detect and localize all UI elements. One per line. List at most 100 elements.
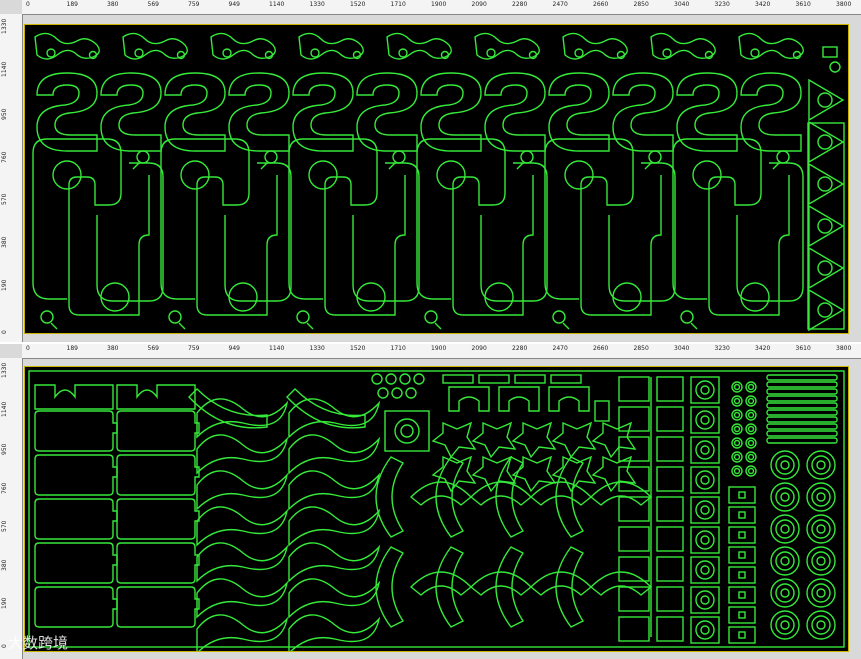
triangle-part (808, 246, 845, 290)
ring-part (745, 423, 757, 435)
ruler-tick-label: 380 (107, 1, 119, 8)
ruler-tick-label: 1520 (350, 1, 366, 8)
part-hole (46, 48, 56, 58)
ring-part (816, 492, 826, 502)
part-hole (398, 48, 408, 58)
ruler-tick-label: 189 (66, 345, 78, 352)
ruler-tick-label: 0 (1, 330, 8, 334)
tab-line (772, 162, 780, 170)
nesting-canvas-top[interactable] (24, 24, 849, 334)
ring-part (733, 453, 741, 461)
watermark-label: 大数跨境 (8, 634, 69, 652)
slot-plate-part (656, 496, 684, 522)
crescent-part (469, 481, 533, 506)
star-part (591, 455, 637, 493)
ring-part (747, 467, 755, 475)
ring-part (394, 418, 420, 444)
wave-part (288, 578, 381, 619)
ring-part (731, 395, 743, 407)
ring-part (731, 409, 743, 421)
wave-part (288, 542, 381, 583)
triangle-part (808, 162, 845, 206)
ruler-tick-label: 380 (1, 236, 8, 249)
small-part (728, 586, 756, 604)
part-hole (829, 61, 841, 73)
small-part (728, 566, 756, 584)
ruler-tick-label: 1330 (1, 18, 8, 34)
ruler-tick-label: 1140 (1, 401, 8, 417)
ring-part (775, 583, 795, 603)
ring-part (700, 385, 710, 395)
part-hole (817, 92, 833, 108)
horizontal-ruler[interactable]: 0 189 380 569 759 949 1140 1330 1520 1710 1900 2090… (22, 0, 861, 15)
ring-part (747, 397, 755, 405)
slot-part (478, 374, 510, 384)
slot-part (442, 374, 474, 384)
small-part (738, 531, 746, 539)
strip-part (807, 122, 845, 330)
ring-part (745, 465, 757, 477)
ring-part (775, 487, 795, 507)
part-hole (310, 48, 320, 58)
ruler-tick-label: 2470 (552, 345, 568, 352)
ring-part (731, 437, 743, 449)
ruler-tick-label: 2470 (552, 1, 568, 8)
ring-part (780, 524, 790, 534)
ruler-tick-label: 1330 (309, 1, 325, 8)
ruler-tick-label: 3230 (714, 1, 730, 8)
ring-part (747, 383, 755, 391)
loop-part (544, 138, 662, 316)
wave-part (196, 398, 289, 439)
bar-part (766, 395, 838, 402)
loop-part (608, 162, 676, 302)
slot-part (514, 374, 546, 384)
ring-part (371, 373, 383, 385)
ring-part (780, 460, 790, 470)
ruler-tick-label: 1900 (431, 345, 447, 352)
wave-part (196, 578, 289, 619)
ring-part (775, 455, 795, 475)
slot-plate-part (656, 526, 684, 552)
star-part (471, 421, 517, 459)
bar-part (766, 388, 838, 395)
ruler-tick-label: 1140 (269, 345, 285, 352)
ruler-tick-label: 950 (1, 443, 8, 456)
ruler-tick-label: 570 (1, 520, 8, 533)
horizontal-ruler[interactable]: 0 189 380 569 759 949 1140 1330 1520 1710 1900 2090… (22, 344, 861, 359)
vertical-ruler[interactable]: 1330 1140 950 760 570 380 190 0 (0, 14, 23, 342)
ring-part (745, 437, 757, 449)
part-hole (817, 176, 833, 192)
ring-part (780, 588, 790, 598)
clip-part (34, 384, 114, 410)
wave-part (196, 434, 289, 475)
star-part (551, 455, 597, 493)
tab-hole (680, 310, 694, 324)
ring-part (770, 546, 800, 576)
small-part (728, 546, 756, 564)
loop-part (32, 138, 150, 316)
small-part (738, 571, 746, 579)
ruler-tick-label: 950 (1, 108, 8, 120)
tab-line (178, 322, 186, 330)
loop-part (480, 162, 548, 302)
ring-part (811, 615, 831, 635)
ruler-tick-label: 1900 (431, 1, 447, 8)
plate-part (116, 454, 200, 496)
slot-plate-part (656, 376, 684, 402)
star-part (511, 421, 557, 459)
plate-part (34, 498, 118, 540)
loop-part (416, 173, 451, 300)
nesting-canvas-bottom[interactable] (24, 366, 849, 655)
wave-part (196, 614, 289, 655)
ruler-tick-label: 3040 (674, 1, 690, 8)
ruler-tick-label: 3610 (795, 345, 811, 352)
loop-part (160, 138, 278, 316)
plate-part (116, 542, 200, 584)
vertical-ruler[interactable]: 1330 1140 950 760 570 380 190 0 (0, 358, 23, 659)
part-hole (308, 160, 338, 190)
wave-part (196, 470, 289, 511)
ring-part (695, 410, 715, 430)
part-hole (484, 282, 514, 312)
ring-part (700, 625, 710, 635)
wave-part (288, 506, 381, 547)
